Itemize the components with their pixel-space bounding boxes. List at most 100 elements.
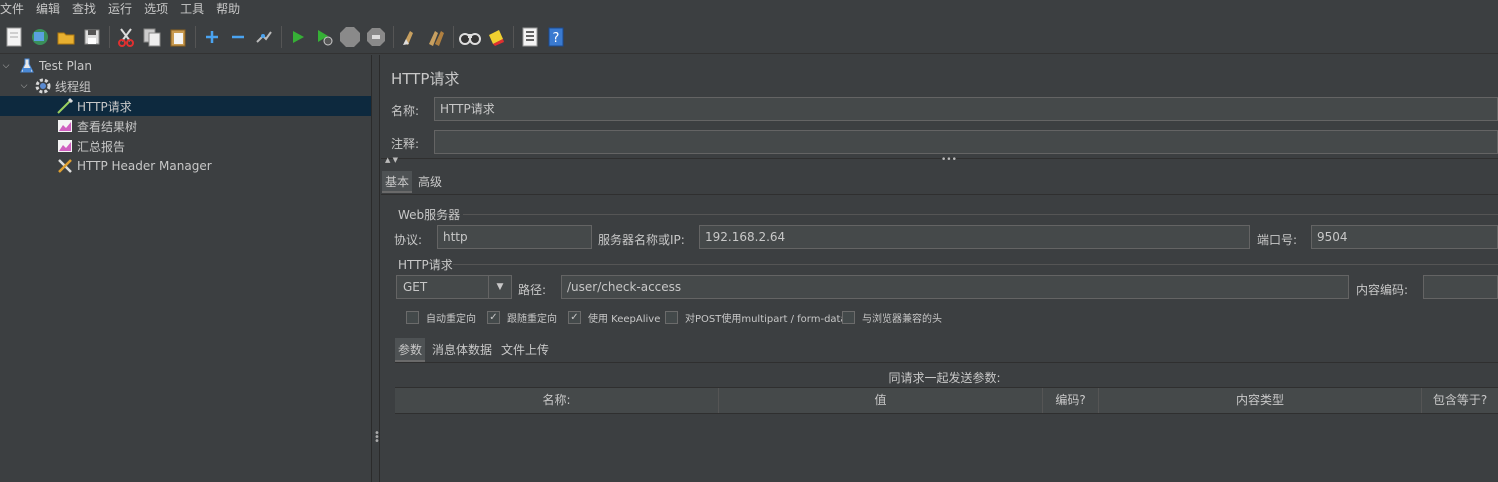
name-field[interactable]: HTTP请求 (434, 97, 1498, 121)
toolbar-separator (393, 25, 394, 48)
copy-icon[interactable] (141, 26, 163, 48)
help-icon[interactable]: ? (545, 26, 567, 48)
tab-parameters[interactable]: 参数 (395, 338, 426, 362)
tree-item-label: 汇总报告 (77, 139, 126, 154)
menu-tools[interactable]: 工具 (174, 0, 210, 19)
gear-icon (34, 77, 52, 95)
column-content-type[interactable]: 内容类型 (1099, 388, 1422, 413)
checkbox-multipart[interactable]: 对POST使用multipart / form-data (665, 310, 847, 325)
menu-help[interactable]: 帮助 (210, 0, 246, 19)
tree-item-test-plan[interactable]: ⌵ Test Plan (0, 56, 371, 76)
menu-bar: 文件 编辑 查找 运行 选项 工具 帮助 (0, 0, 1498, 19)
drag-handle-icon[interactable]: ••• (374, 429, 380, 447)
checkbox-label: 与浏览器兼容的头 (862, 314, 942, 325)
collapse-bar[interactable]: ▲ ▼ ••• (381, 155, 1498, 167)
paste-icon[interactable] (167, 26, 189, 48)
save-icon[interactable] (81, 26, 103, 48)
stop-icon[interactable] (339, 26, 361, 48)
search-icon[interactable] (459, 26, 481, 48)
path-field[interactable]: /user/check-access (561, 275, 1349, 299)
panel-title: HTTP请求 (391, 70, 460, 88)
tab-basic[interactable]: 基本 (382, 171, 413, 193)
drag-handle-icon[interactable]: ••• (941, 155, 957, 165)
pipette-icon (56, 97, 74, 115)
web-server-group-label: Web服务器 (398, 208, 461, 222)
checkbox-follow-redirects[interactable]: ✓ 跟随重定向 (487, 310, 557, 325)
port-label: 端口号: (1257, 233, 1298, 247)
menu-options[interactable]: 选项 (138, 0, 174, 19)
checkbox-box[interactable] (665, 311, 678, 324)
chevron-down-icon[interactable]: ⌵ (0, 61, 12, 71)
checkmark-icon[interactable]: ✓ (568, 311, 581, 324)
server-field[interactable]: 192.168.2.64 (699, 225, 1250, 249)
toggle-icon[interactable] (253, 26, 275, 48)
menu-edit[interactable]: 编辑 (30, 0, 66, 19)
name-label: 名称: (391, 104, 420, 118)
method-select[interactable]: GET ▼ (396, 275, 512, 299)
start-icon[interactable] (287, 26, 309, 48)
checkbox-keepalive[interactable]: ✓ 使用 KeepAlive (568, 310, 660, 325)
menu-search[interactable]: 查找 (66, 0, 102, 19)
checkmark-icon[interactable]: ✓ (487, 311, 500, 324)
sub-tab-bar (395, 337, 1498, 363)
toolbar-separator (195, 25, 196, 48)
shutdown-icon[interactable] (365, 26, 387, 48)
tree-item-http-request[interactable]: HTTP请求 (0, 96, 371, 116)
toolbar-separator (109, 25, 110, 48)
port-field[interactable]: 9504 (1311, 225, 1498, 249)
column-include-equals[interactable]: 包含等于? (1422, 388, 1498, 413)
new-icon[interactable] (3, 26, 25, 48)
tab-bar (381, 168, 1498, 195)
test-plan-icon (18, 57, 36, 75)
menu-run[interactable]: 运行 (102, 0, 138, 19)
clear-icon[interactable] (399, 26, 421, 48)
params-caption: 同请求一起发送参数: (888, 371, 1001, 385)
protocol-field[interactable]: http (437, 225, 592, 249)
split-pane-divider[interactable]: • • • (371, 55, 380, 482)
open-icon[interactable] (55, 26, 77, 48)
path-label: 路径: (518, 283, 547, 297)
toolbar-separator (513, 25, 514, 48)
tree-item-label: HTTP Header Manager (77, 159, 212, 173)
column-value[interactable]: 值 (719, 388, 1043, 413)
toolbar: ? (0, 20, 1498, 54)
test-plan-tree: ⌵ Test Plan ⌵ 线程组 HTTP请求 查看结果树 汇总报告 HTTP… (0, 55, 371, 482)
graph-icon (56, 117, 74, 135)
collapse-icon[interactable] (227, 26, 249, 48)
tree-item-label: 查看结果树 (77, 119, 138, 134)
checkbox-box[interactable] (406, 311, 419, 324)
server-label: 服务器名称或IP: (598, 233, 685, 247)
start-no-pause-icon[interactable] (313, 26, 335, 48)
encoding-label: 内容编码: (1356, 283, 1409, 297)
tab-files-upload[interactable]: 文件上传 (498, 338, 552, 362)
column-encode[interactable]: 编码? (1043, 388, 1099, 413)
tree-item-label: HTTP请求 (77, 99, 132, 114)
protocol-label: 协议: (394, 233, 423, 247)
chevron-down-icon[interactable]: ⌵ (18, 81, 30, 91)
group-divider (453, 264, 1498, 265)
expand-icon[interactable] (201, 26, 223, 48)
svg-text:?: ? (553, 31, 560, 46)
cut-icon[interactable] (115, 26, 137, 48)
checkbox-browser-compatible-headers[interactable]: 与浏览器兼容的头 (842, 310, 942, 325)
comment-field[interactable] (434, 130, 1498, 154)
checkbox-auto-redirect[interactable]: 自动重定向 (406, 310, 476, 325)
function-helper-icon[interactable] (519, 26, 541, 48)
checkbox-box[interactable] (842, 311, 855, 324)
column-name[interactable]: 名称: (395, 388, 719, 413)
reset-search-icon[interactable] (485, 26, 507, 48)
tab-advanced[interactable]: 高级 (415, 171, 445, 193)
tree-item-thread-group[interactable]: ⌵ 线程组 (0, 76, 371, 96)
checkbox-label: 对POST使用multipart / form-data (685, 314, 847, 325)
collapse-arrows-icon[interactable]: ▲ ▼ (385, 156, 398, 164)
menu-file[interactable]: 文件 (0, 0, 30, 19)
tree-item-view-results-tree[interactable]: 查看结果树 (0, 116, 371, 136)
templates-icon[interactable] (29, 26, 51, 48)
chevron-down-icon[interactable]: ▼ (488, 276, 511, 298)
tree-item-summary-report[interactable]: 汇总报告 (0, 136, 371, 156)
tab-body-data[interactable]: 消息体数据 (429, 338, 495, 362)
tree-item-http-header-manager[interactable]: HTTP Header Manager (0, 156, 371, 176)
toolbar-separator (281, 25, 282, 48)
clear-all-icon[interactable] (425, 26, 447, 48)
encoding-field[interactable] (1423, 275, 1498, 299)
